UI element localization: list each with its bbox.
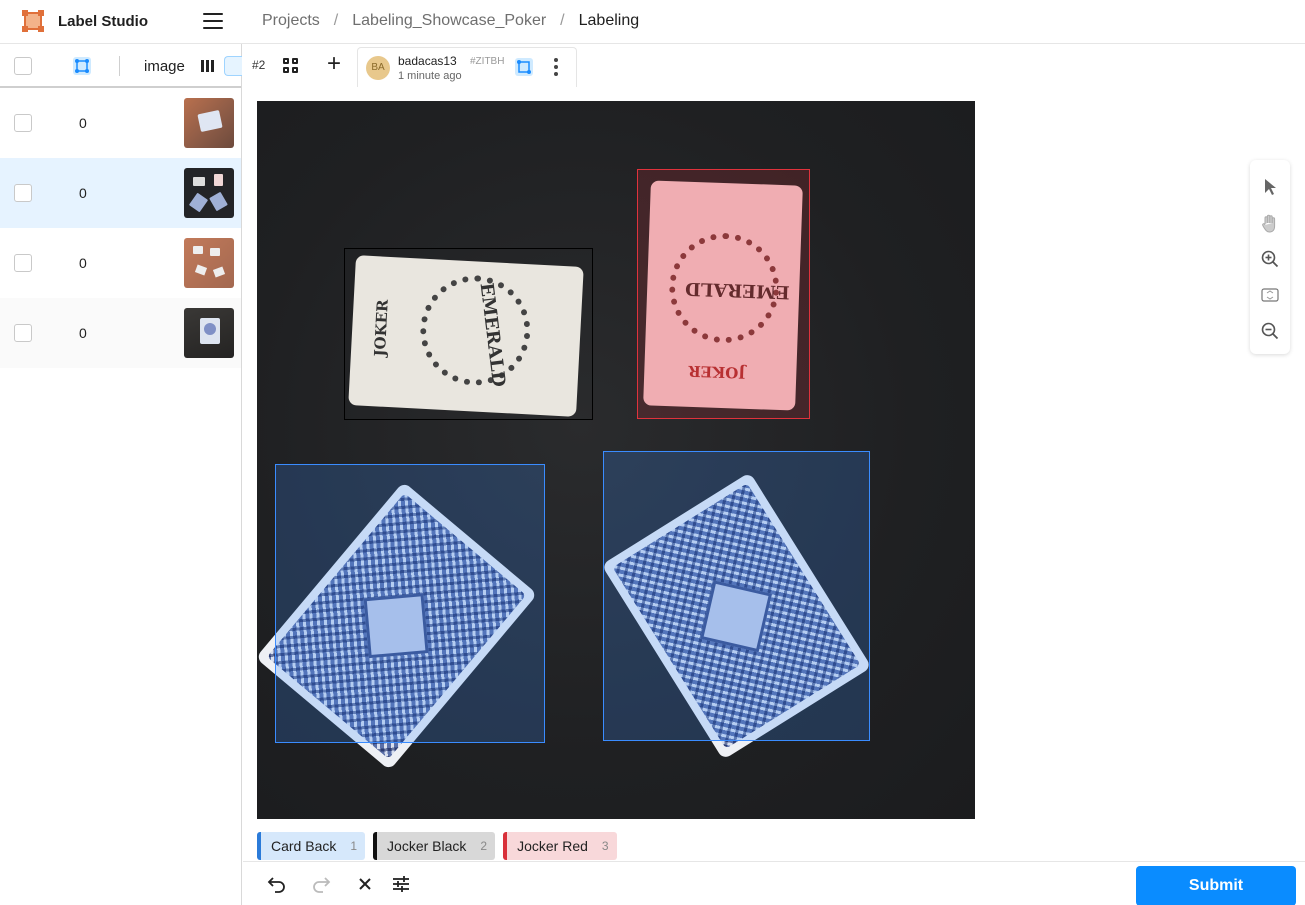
- zoom-out-icon[interactable]: [1260, 322, 1280, 342]
- panel-toggle-icon[interactable]: [224, 56, 242, 76]
- top-header: Label Studio Projects / Labeling_Showcas…: [0, 0, 1305, 44]
- region-card-back[interactable]: [603, 451, 870, 741]
- app-name: Label Studio: [58, 12, 148, 30]
- region-jocker-red[interactable]: [637, 169, 810, 419]
- task-row[interactable]: 0: [0, 88, 241, 158]
- label-hotkey: 2: [480, 839, 488, 853]
- label-hotkey: 1: [350, 839, 358, 853]
- annotation-count: 0: [79, 115, 87, 131]
- pan-hand-icon[interactable]: [1260, 214, 1280, 234]
- breadcrumb-project[interactable]: Labeling_Showcase_Poker: [352, 12, 546, 30]
- annotation-tabs-bar: #2 + BA badacas13 #ZITBH 1 minute ago: [243, 44, 1305, 89]
- annotation-tab[interactable]: BA badacas13 #ZITBH 1 minute ago: [357, 47, 577, 87]
- annotator-name: badacas13: [398, 54, 457, 68]
- undo-icon[interactable]: [266, 874, 288, 896]
- labeling-editor: #2 + BA badacas13 #ZITBH 1 minute ago JO…: [243, 44, 1305, 905]
- fit-to-screen-icon[interactable]: [1260, 286, 1280, 306]
- task-thumbnail: [184, 168, 234, 218]
- task-thumbnail: [184, 98, 234, 148]
- breadcrumb-current: Labeling: [578, 12, 640, 29]
- task-thumbnail: [184, 308, 234, 358]
- brand[interactable]: Label Studio: [22, 10, 148, 32]
- annotations-column-icon[interactable]: [73, 57, 91, 75]
- breadcrumb-separator: /: [560, 12, 565, 29]
- more-options-icon[interactable]: [554, 58, 558, 79]
- annotation-hash: #ZITBH: [470, 56, 505, 67]
- add-annotation-button[interactable]: +: [327, 52, 341, 76]
- breadcrumb-separator: /: [333, 12, 339, 29]
- zoom-in-icon[interactable]: [1260, 250, 1280, 270]
- submit-button[interactable]: Submit: [1136, 866, 1296, 905]
- row-checkbox[interactable]: [14, 184, 32, 202]
- task-id: #2: [252, 58, 266, 72]
- task-row[interactable]: 0: [0, 228, 241, 298]
- reset-close-icon[interactable]: [354, 874, 376, 896]
- label-name: Jocker Red: [517, 838, 588, 854]
- annotation-time: 1 minute ago: [398, 70, 462, 82]
- annotation-count: 0: [79, 185, 87, 201]
- menu-icon[interactable]: [203, 13, 223, 29]
- label-hotkey: 3: [601, 839, 609, 853]
- annotation-count: 0: [79, 325, 87, 341]
- label-name: Jocker Black: [387, 838, 467, 854]
- breadcrumb: Projects / Labeling_Showcase_Poker / Lab…: [262, 12, 639, 30]
- column-divider: [119, 56, 120, 76]
- grid-view-icon[interactable]: [283, 58, 299, 74]
- columns-view-icon[interactable]: [194, 52, 222, 80]
- breadcrumb-projects[interactable]: Projects: [262, 12, 320, 30]
- task-row[interactable]: 0: [0, 298, 241, 368]
- column-header-image[interactable]: image: [144, 58, 185, 75]
- task-row-selected[interactable]: 0: [0, 158, 241, 228]
- label-jocker-red[interactable]: Jocker Red 3: [503, 832, 617, 860]
- pointer-icon[interactable]: [1260, 178, 1280, 198]
- label-card-back[interactable]: Card Back 1: [257, 832, 366, 860]
- task-list-header: image: [0, 44, 242, 88]
- redo-icon[interactable]: [310, 874, 332, 896]
- label-studio-logo-icon: [22, 10, 44, 32]
- image-tools-panel: [1250, 160, 1290, 354]
- region-card-back[interactable]: [275, 464, 545, 743]
- row-checkbox[interactable]: [14, 254, 32, 272]
- bottom-toolbar: Submit: [243, 861, 1305, 905]
- task-thumbnail: [184, 238, 234, 288]
- image-canvas[interactable]: JOKER EMERALD EMERALD JOKER: [257, 101, 975, 819]
- row-checkbox[interactable]: [14, 324, 32, 342]
- region-jocker-black[interactable]: [344, 248, 593, 420]
- label-jocker-black[interactable]: Jocker Black 2: [373, 832, 496, 860]
- row-checkbox[interactable]: [14, 114, 32, 132]
- label-studio-app: Label Studio Projects / Labeling_Showcas…: [0, 0, 1305, 905]
- task-list-panel: image 0 0 0 0: [0, 44, 242, 905]
- avatar: BA: [366, 56, 390, 80]
- annotation-type-icon: [515, 58, 533, 76]
- label-picker: Card Back 1 Jocker Black 2 Jocker Red 3: [257, 832, 617, 860]
- annotation-count: 0: [79, 255, 87, 271]
- label-name: Card Back: [271, 838, 337, 854]
- select-all-checkbox[interactable]: [14, 57, 32, 75]
- settings-sliders-icon[interactable]: [390, 874, 412, 896]
